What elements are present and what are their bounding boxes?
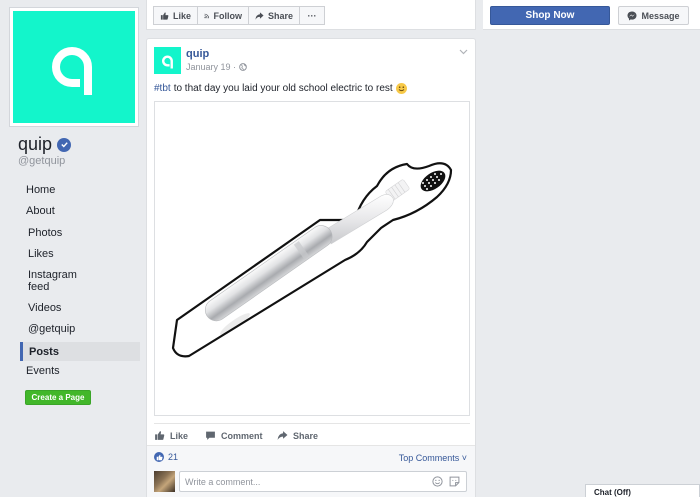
create-page-button[interactable]: Create a Page — [25, 390, 91, 405]
sidebar-item-photos[interactable]: Photos — [20, 223, 140, 244]
sidebar-item-about[interactable]: About — [20, 201, 140, 223]
sticker-icon[interactable] — [449, 476, 460, 487]
chat-tab[interactable]: Chat (Off) — [585, 484, 700, 497]
top-comments-dropdown[interactable]: Top Comments ˅ — [399, 453, 467, 463]
comment-input-icons — [432, 476, 460, 487]
page-like-button[interactable]: Like — [153, 6, 198, 25]
comment-placeholder: Write a comment... — [185, 476, 261, 487]
post-date[interactable]: January 19 · — [186, 62, 236, 72]
sidebar-item-likes[interactable]: Likes — [20, 244, 140, 265]
comment-bubble-icon — [206, 431, 215, 440]
page-share-label: Share — [267, 10, 293, 21]
more-options-icon: ··· — [307, 10, 317, 21]
post-options-chevron-icon[interactable] — [459, 47, 468, 58]
commenter-avatar — [154, 471, 175, 492]
post-author-avatar[interactable] — [154, 47, 181, 74]
post-meta: January 19 · — [186, 62, 247, 72]
sidebar-item-posts[interactable]: Posts — [20, 342, 140, 361]
reaction-count[interactable]: 21 — [154, 452, 178, 462]
post-image[interactable] — [154, 101, 470, 416]
post-like-button[interactable]: Like — [154, 430, 188, 441]
comment-composer: Write a comment... — [147, 467, 475, 497]
sidebar-item-events[interactable]: Events — [20, 361, 140, 380]
post-author-name[interactable]: quip — [186, 48, 209, 60]
comment-input[interactable]: Write a comment... — [179, 471, 467, 492]
post-comment-button[interactable]: Comment — [205, 430, 263, 441]
post-share-button[interactable]: Share — [277, 430, 318, 441]
message-label: Message — [641, 10, 680, 21]
page-follow-label: Follow — [213, 10, 243, 21]
smiley-emoji-icon — [395, 83, 407, 94]
sidebar-item-home[interactable]: Home — [20, 180, 140, 201]
page-handle[interactable]: @getquip — [18, 155, 65, 167]
post-reactions-bar: 21 Top Comments ˅ — [147, 445, 475, 467]
post-comment-label: Comment — [221, 430, 263, 441]
post-text: to that day you laid your old school ele… — [173, 83, 393, 94]
post-action-bar: Like Comment Share — [154, 423, 470, 445]
share-arrow-icon — [255, 11, 264, 20]
like-reaction-icon — [154, 452, 164, 462]
page-profile-picture[interactable] — [9, 7, 139, 127]
sidebar-item-getquip[interactable]: @getquip — [20, 319, 140, 340]
thumbs-up-icon — [160, 11, 169, 20]
globe-icon — [239, 63, 247, 71]
page-name-text[interactable]: quip — [18, 134, 52, 155]
messenger-icon — [627, 11, 637, 20]
post-like-label: Like — [170, 430, 189, 441]
message-button[interactable]: Message — [618, 6, 689, 25]
share-arrow-icon — [277, 431, 288, 440]
page-sidebar-nav: Home About Photos Likes Instagram feed V… — [20, 180, 140, 380]
shop-now-button[interactable]: Shop Now — [490, 6, 610, 25]
emoji-icon[interactable] — [432, 476, 443, 487]
more-options-button[interactable]: ··· — [299, 6, 325, 25]
thumbs-up-icon — [155, 431, 165, 440]
rss-follow-icon — [204, 13, 210, 18]
verified-badge-icon — [57, 137, 72, 152]
sidebar-item-videos[interactable]: Videos — [20, 298, 140, 319]
post-card: quip January 19 · #tbt to that day you l… — [146, 38, 476, 497]
page-follow-button[interactable]: Follow — [197, 6, 249, 25]
toothbrush-illustration — [171, 162, 453, 358]
like-count-value: 21 — [168, 452, 179, 462]
quip-logo — [13, 11, 135, 123]
post-message: #tbt to that day you laid your old schoo… — [154, 83, 407, 94]
page-share-button[interactable]: Share — [248, 6, 300, 25]
post-hashtag[interactable]: #tbt — [154, 83, 171, 94]
page-like-label: Like — [172, 10, 191, 21]
post-share-label: Share — [293, 430, 319, 441]
sidebar-item-instagram-feed[interactable]: Instagram feed — [20, 265, 80, 298]
page-title[interactable]: quip — [18, 134, 72, 155]
